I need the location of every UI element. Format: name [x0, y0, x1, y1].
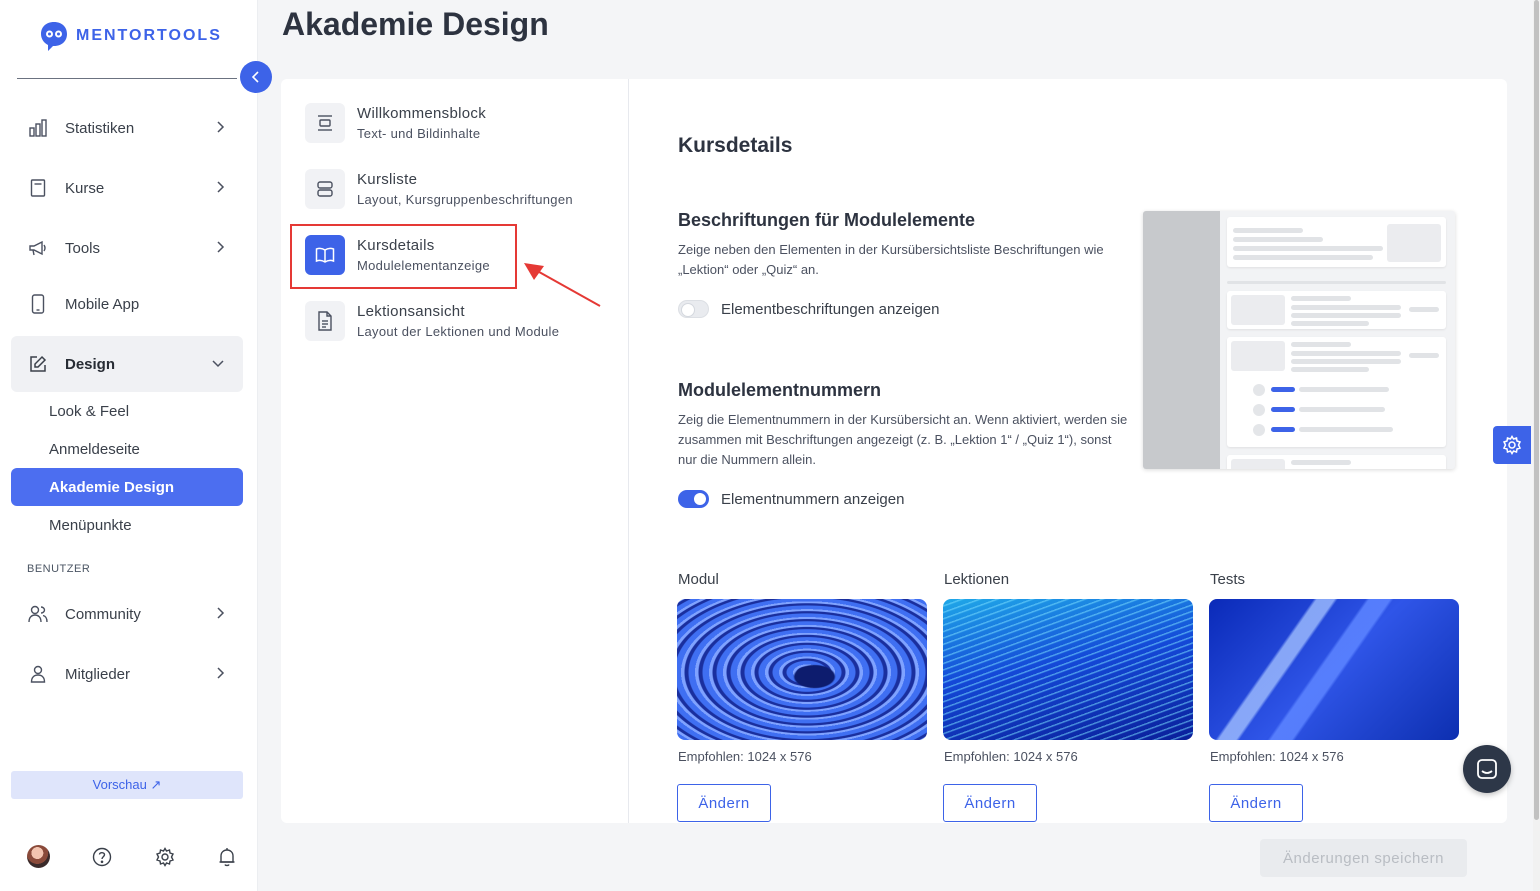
smartphone-icon: [28, 294, 48, 314]
settings-nav-subtitle: Text- und Bildinhalte: [357, 126, 481, 141]
sidebar: MENTORTOOLS Statistiken Kurse Tools Mobi…: [0, 0, 258, 891]
sidebar-item-label: Statistiken: [65, 119, 135, 137]
scrollbar-thumb[interactable]: [1534, 0, 1539, 820]
book-icon: [28, 178, 48, 198]
chevron-right-icon: [217, 121, 225, 133]
sidebar-item-statistiken[interactable]: Statistiken: [11, 100, 243, 156]
annotation-highlight-box: [290, 224, 517, 289]
save-changes-button[interactable]: Änderungen speichern: [1260, 839, 1467, 877]
change-lesson-image-button[interactable]: Ändern: [943, 784, 1037, 822]
page-title: Akademie Design: [282, 6, 549, 42]
image-recommended-modul: Empfohlen: 1024 x 576: [678, 749, 812, 764]
chat-icon: [1477, 759, 1497, 779]
megaphone-icon: [28, 238, 48, 258]
change-module-image-button[interactable]: Ändern: [677, 784, 771, 822]
settings-nav-kursliste[interactable]: Kursliste Layout, Kursgruppenbeschriftun…: [305, 169, 615, 223]
preview-button[interactable]: Vorschau ↗: [11, 771, 243, 799]
gear-icon: [1502, 435, 1522, 455]
sidebar-item-kurse[interactable]: Kurse: [11, 160, 243, 216]
tests-image: [1209, 599, 1459, 740]
sidebar-item-label: Community: [65, 605, 141, 623]
sidebar-subitem-akademie-design[interactable]: Akademie Design: [11, 468, 243, 506]
mockup-sidebar: [1143, 211, 1220, 469]
module-image: [677, 599, 927, 740]
gear-icon[interactable]: [155, 846, 175, 867]
sidebar-footer: [27, 845, 237, 868]
logo-divider: [17, 78, 237, 79]
settings-nav-willkommensblock[interactable]: Willkommensblock Text- und Bildinhalte: [305, 103, 615, 157]
bell-icon[interactable]: [217, 847, 237, 867]
labels-toggle-row[interactable]: Elementbeschriftungen anzeigen: [678, 300, 939, 318]
chat-launcher-button[interactable]: [1463, 745, 1511, 793]
sidebar-item-label: Mobile App: [65, 295, 140, 313]
section-label-benutzer: BENUTZER: [27, 563, 91, 575]
chevron-right-icon: [217, 607, 225, 619]
layout-preview-mockup: [1143, 211, 1455, 469]
numbers-section-description: Zeig die Elementnummern in der Kursübers…: [678, 412, 1128, 467]
numbers-section-title: Modulelementnummern: [678, 380, 882, 400]
change-tests-image-button[interactable]: Ändern: [1209, 784, 1303, 822]
list-rows-icon: [305, 169, 345, 209]
document-icon: [305, 301, 345, 341]
chevron-right-icon: [217, 241, 225, 253]
labels-toggle[interactable]: [678, 300, 709, 318]
mentortools-logo-icon: [41, 22, 67, 51]
help-icon[interactable]: [92, 847, 112, 867]
image-recommended-lektionen: Empfohlen: 1024 x 576: [944, 749, 1078, 764]
brand-name: MENTORTOOLS: [76, 27, 222, 44]
lesson-image: [943, 599, 1193, 740]
numbers-toggle-row[interactable]: Elementnummern anzeigen: [678, 490, 904, 508]
numbers-toggle[interactable]: [678, 490, 709, 508]
chevron-right-icon: [217, 181, 225, 193]
sidebar-collapse-button[interactable]: [240, 61, 272, 93]
sidebar-item-label: Kurse: [65, 179, 105, 197]
user-icon: [28, 664, 48, 684]
sidebar-item-mitglieder[interactable]: Mitglieder: [11, 646, 243, 702]
sidebar-item-design[interactable]: Design: [11, 336, 243, 392]
settings-nav-subtitle: Layout, Kursgruppenbeschriftungen: [357, 192, 573, 207]
card-divider: [628, 79, 629, 823]
sidebar-item-mobile-app[interactable]: Mobile App: [11, 276, 243, 332]
settings-nav-subtitle: Layout der Lektionen und Module: [357, 324, 560, 339]
align-center-icon: [305, 103, 345, 143]
sidebar-item-label: Mitglieder: [65, 665, 131, 683]
settings-nav-title: Willkommensblock: [357, 105, 486, 122]
image-label-modul: Modul: [678, 571, 719, 588]
users-icon: [28, 604, 48, 624]
avatar[interactable]: [27, 845, 50, 868]
mockup-panel-module: [1227, 291, 1446, 329]
mockup-panel-footer: [1227, 455, 1446, 469]
labels-section-description: Zeige neben den Elementen in der Kursübe…: [678, 242, 1104, 277]
chevron-right-icon: [217, 667, 225, 679]
sidebar-subitem-anmeldeseite[interactable]: Anmeldeseite: [11, 430, 243, 468]
labels-section-title: Beschriftungen für Modulelemente: [678, 210, 976, 230]
mockup-panel-header: [1227, 217, 1446, 267]
brand-logo[interactable]: MENTORTOOLS: [38, 20, 222, 52]
numbers-toggle-label: Elementnummern anzeigen: [721, 490, 905, 508]
settings-nav-title: Kursliste: [357, 171, 418, 188]
image-label-tests: Tests: [1210, 571, 1246, 588]
pen-edit-icon: [28, 354, 48, 374]
section-heading: Kursdetails: [678, 134, 793, 157]
sidebar-item-community[interactable]: Community: [11, 586, 243, 642]
annotation-arrow-icon: [524, 263, 601, 307]
floating-settings-button[interactable]: [1493, 426, 1531, 464]
scrollbar[interactable]: [1533, 0, 1540, 891]
chevron-down-icon: [212, 360, 224, 368]
sidebar-subitem-look-feel[interactable]: Look & Feel: [11, 392, 243, 430]
sidebar-item-label: Tools: [65, 239, 101, 257]
mockup-panel-module-expanded: [1227, 337, 1446, 447]
sidebar-item-tools[interactable]: Tools: [11, 220, 243, 276]
sidebar-subitem-menuepunkte[interactable]: Menüpunkte: [11, 506, 243, 544]
bar-chart-icon: [28, 118, 48, 138]
labels-toggle-label: Elementbeschriftungen anzeigen: [721, 300, 940, 318]
image-recommended-tests: Empfohlen: 1024 x 576: [1210, 749, 1344, 764]
sidebar-item-label: Design: [65, 355, 116, 373]
chevron-left-icon: [251, 71, 259, 83]
image-label-lektionen: Lektionen: [944, 571, 1010, 588]
